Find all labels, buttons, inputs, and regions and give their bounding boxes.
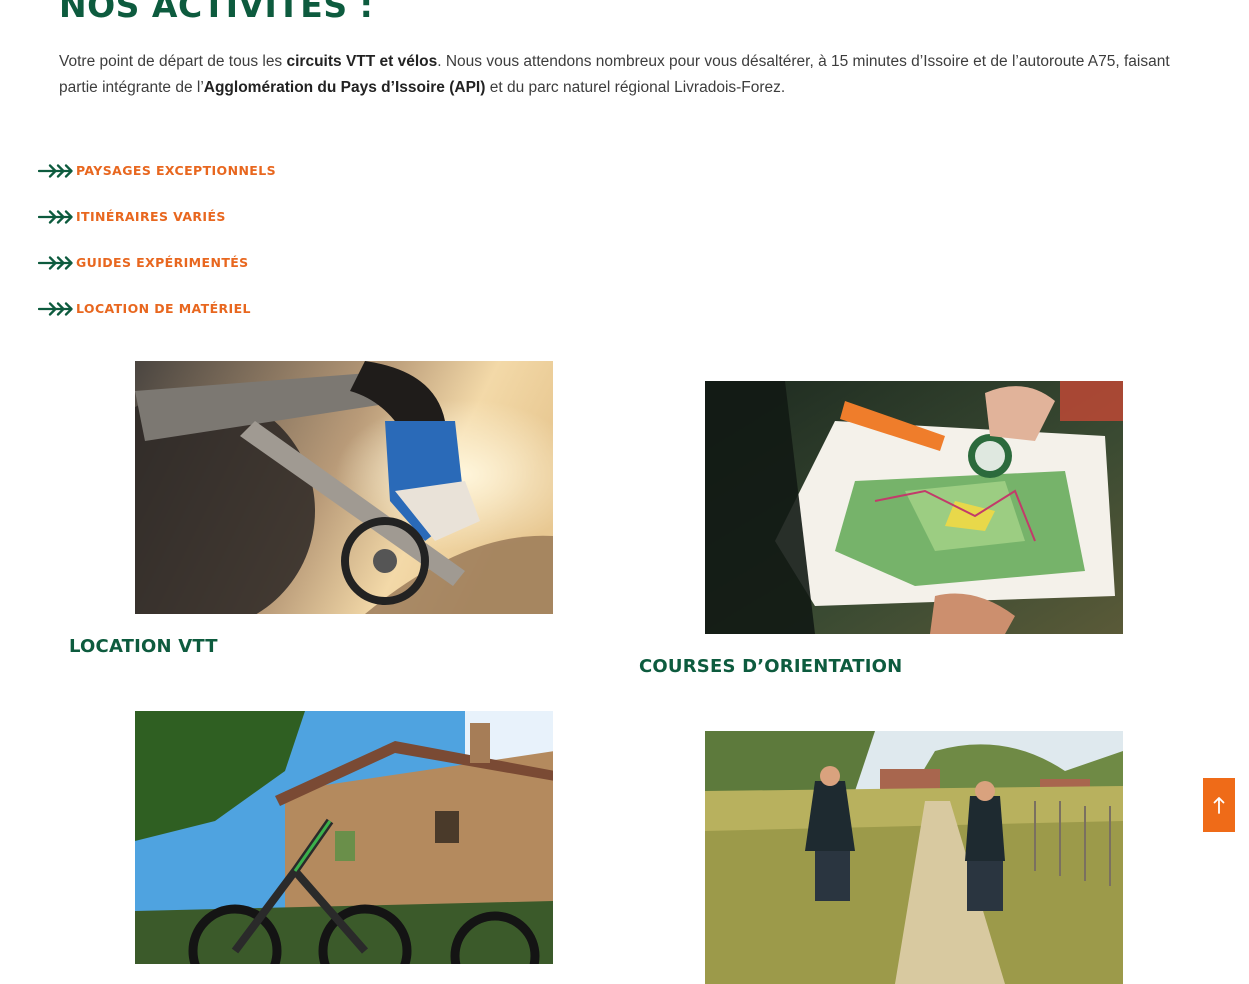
activity-image-cyclists-path[interactable] xyxy=(705,731,1123,984)
arrow-up-icon xyxy=(1213,797,1225,814)
feature-item: ITINÉRAIRES VARIÉS xyxy=(38,206,276,252)
intro-text-3: et du parc naturel régional Livradois-Fo… xyxy=(485,79,786,96)
activity-image-courses-orientation[interactable] xyxy=(705,381,1123,634)
activity-image-electric-bikes[interactable] xyxy=(135,711,553,964)
scroll-to-top-button[interactable] xyxy=(1203,778,1235,832)
section-title: NOS ACTIVITÉS : xyxy=(59,0,374,25)
intro-text-1: Votre point de départ de tous les xyxy=(59,53,287,70)
activity-image-location-vtt[interactable] xyxy=(135,361,553,614)
feature-label: ITINÉRAIRES VARIÉS xyxy=(76,209,226,224)
triple-chevron-arrow-icon xyxy=(38,302,73,316)
feature-list: PAYSAGES EXCEPTIONNELS ITINÉRAIRES VARIÉ… xyxy=(38,160,276,344)
feature-item: GUIDES EXPÉRIMENTÉS xyxy=(38,252,276,298)
feature-label: PAYSAGES EXCEPTIONNELS xyxy=(76,163,277,178)
feature-label: LOCATION DE MATÉRIEL xyxy=(76,301,251,316)
intro-bold-circuits: circuits VTT et vélos xyxy=(286,53,438,70)
intro-bold-api: Agglomération du Pays d’Issoire (API) xyxy=(203,79,486,96)
activity-title[interactable]: LOCATION VTT xyxy=(69,636,218,657)
feature-item: LOCATION DE MATÉRIEL xyxy=(38,298,276,344)
feature-item: PAYSAGES EXCEPTIONNELS xyxy=(38,160,276,206)
triple-chevron-arrow-icon xyxy=(38,256,73,270)
triple-chevron-arrow-icon xyxy=(38,164,73,178)
activity-title[interactable]: COURSES D’ORIENTATION xyxy=(639,656,902,677)
intro-paragraph: Votre point de départ de tous les circui… xyxy=(59,49,1209,101)
feature-label: GUIDES EXPÉRIMENTÉS xyxy=(76,255,249,270)
triple-chevron-arrow-icon xyxy=(38,210,73,224)
